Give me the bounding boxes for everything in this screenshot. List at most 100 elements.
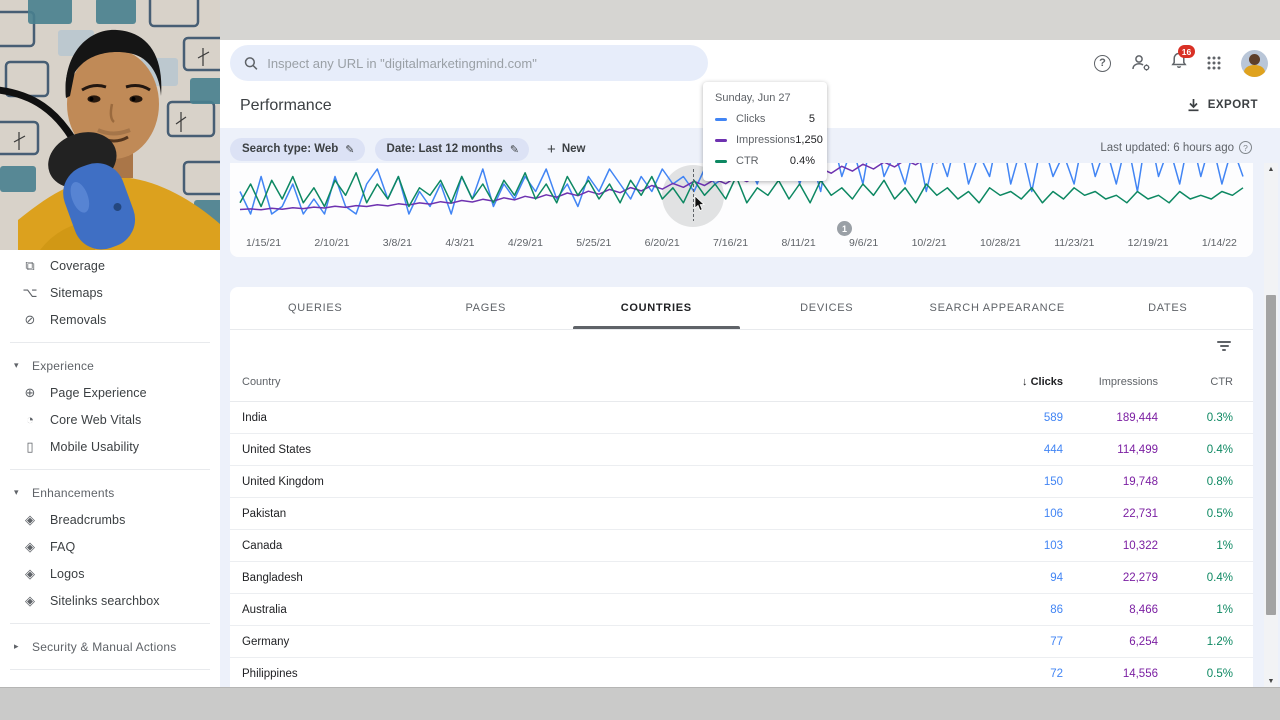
tooltip-row: CTR0.4% [715, 155, 815, 167]
table-row[interactable]: United States444114,4990.4% [230, 434, 1253, 466]
account-avatar[interactable] [1241, 50, 1268, 77]
export-button[interactable]: EXPORT [1187, 98, 1258, 112]
ctr-cell: 1.2% [1158, 636, 1233, 648]
impressions-cell: 8,466 [1063, 604, 1158, 616]
new-filter-label: New [562, 143, 586, 155]
last-updated-text: Last updated: 6 hours ago ? [1100, 141, 1252, 154]
page-scrollbar[interactable]: ▲ ▼ [1264, 163, 1278, 687]
ctr-cell: 1% [1158, 604, 1233, 616]
ctr-cell: 0.5% [1158, 508, 1233, 520]
last-updated-label: Last updated: 6 hours ago [1100, 142, 1234, 154]
impressions-cell: 189,444 [1063, 412, 1158, 424]
impressions-cell: 22,731 [1063, 508, 1158, 520]
topbar-icons: ? 16 [1094, 40, 1268, 86]
avatar-head [1249, 54, 1260, 65]
table-filter-row [230, 330, 1253, 362]
tooltip-metric-label: Clicks [736, 113, 809, 125]
sidebar-item-label: Experience [32, 359, 94, 373]
mouse-cursor [694, 196, 706, 212]
date-range-chip-label: Date: Last 12 months [387, 143, 503, 155]
notifications-button[interactable]: 16 [1171, 52, 1187, 74]
sidebar-item-removals[interactable]: ⊘Removals [0, 306, 220, 333]
sidebar-item-faq[interactable]: ◈ FAQ [0, 533, 220, 560]
sidebar-item-coverage[interactable]: ⧉Coverage [0, 252, 220, 279]
clicks-header-label: Clicks [1031, 376, 1063, 388]
question-circle-icon[interactable]: ? [1239, 141, 1252, 154]
sidebar-item-label: Page Experience [50, 386, 147, 400]
user-settings-icon[interactable] [1131, 54, 1151, 72]
sidebar-item-page-experience[interactable]: ⊕Page Experience [0, 379, 220, 406]
sidebar-divider [10, 342, 210, 343]
column-header-impressions[interactable]: Impressions [1063, 376, 1158, 388]
impressions-cell: 10,322 [1063, 540, 1158, 552]
country-cell: India [242, 412, 973, 424]
scroll-up-icon[interactable]: ▲ [1264, 163, 1278, 175]
sidebar-section-experience[interactable]: ▾Experience [0, 352, 220, 379]
table-row[interactable]: India589189,4440.3% [230, 402, 1253, 434]
scroll-down-icon[interactable]: ▼ [1264, 675, 1278, 687]
sidebar-section-security-manual-actions[interactable]: ▸Security & Manual Actions [0, 633, 220, 660]
country-cell: Canada [242, 540, 973, 552]
x-axis-tick: 1/14/22 [1202, 237, 1237, 249]
plus-icon: + [547, 141, 556, 158]
search-icon [244, 56, 258, 71]
pencil-icon: ✎ [345, 143, 354, 156]
search-type-chip[interactable]: Search type: Web ✎ [230, 138, 365, 161]
sidebar-item-label: Removals [50, 313, 106, 327]
table-row[interactable]: Canada10310,3221% [230, 530, 1253, 562]
table-row[interactable]: Germany776,2541.2% [230, 626, 1253, 658]
sidebar-item-mobile-usability[interactable]: ▯Mobile Usability [0, 433, 220, 460]
sidebar-item-core-web-vitals[interactable]: ◔Core Web Vitals [0, 406, 220, 433]
sidebar-item-label: Security & Manual Actions [32, 640, 176, 654]
mobile-usability-icon: ▯ [22, 439, 38, 455]
sidebar-section-legacy-tools[interactable]: ▸Legacy tools and reports [0, 679, 220, 687]
sidebar-item-label: Coverage [50, 259, 105, 273]
table-row[interactable]: Pakistan10622,7310.5% [230, 498, 1253, 530]
table-row[interactable]: United Kingdom15019,7480.8% [230, 466, 1253, 498]
new-filter-button[interactable]: + New [547, 141, 585, 158]
table-row[interactable]: Bangladesh9422,2790.4% [230, 562, 1253, 594]
tab-countries[interactable]: COUNTRIES [571, 287, 742, 329]
table-header-row: Country ↓ Clicks Impressions CTR [230, 362, 1253, 402]
bottom-taskbar [0, 687, 1280, 720]
enhancement-icon: ◈ [22, 539, 38, 555]
url-inspect-search[interactable] [230, 45, 708, 81]
sidebar-item-sitelinks-searchbox[interactable]: ◈Sitelinks searchbox [0, 587, 220, 614]
tab-search-appearance[interactable]: SEARCH APPEARANCE [912, 287, 1083, 329]
tab-devices[interactable]: DEVICES [742, 287, 913, 329]
tab-dates[interactable]: DATES [1083, 287, 1254, 329]
dimensions-card: QUERIESPAGESCOUNTRIESDEVICESSEARCH APPEA… [230, 287, 1253, 690]
tab-pages[interactable]: PAGES [401, 287, 572, 329]
column-header-ctr[interactable]: CTR [1158, 376, 1233, 388]
tab-queries[interactable]: QUERIES [230, 287, 401, 329]
tooltip-metric-label: Impressions [736, 134, 795, 146]
search-input[interactable] [267, 56, 694, 71]
tooltip-row: Impressions1,250 [715, 134, 815, 146]
scrollbar-thumb[interactable] [1266, 295, 1276, 615]
sidebar-item-label: Logos [50, 567, 85, 581]
chart-hover-line [693, 169, 694, 221]
table-row[interactable]: Philippines7214,5560.5% [230, 658, 1253, 690]
sitemaps-icon: ⌥ [22, 285, 38, 301]
chart-annotation-badge[interactable]: 1 [837, 221, 852, 236]
impressions-cell: 22,279 [1063, 572, 1158, 584]
apps-grid-icon[interactable] [1207, 56, 1221, 70]
column-header-country[interactable]: Country [242, 376, 973, 388]
sidebar-item-sitemaps[interactable]: ⌥Sitemaps [0, 279, 220, 306]
legend-dash-icon [715, 139, 727, 142]
sidebar-item-label: FAQ [50, 540, 75, 554]
sidebar-item-logos[interactable]: ◈Logos [0, 560, 220, 587]
sidebar-section-enhancements[interactable]: ▾Enhancements [0, 479, 220, 506]
filter-icon[interactable] [1217, 341, 1231, 351]
x-axis-tick: 8/11/21 [781, 237, 815, 249]
date-range-chip[interactable]: Date: Last 12 months ✎ [375, 138, 530, 161]
sidebar-item-breadcrumbs[interactable]: ◈Breadcrumbs [0, 506, 220, 533]
column-header-clicks[interactable]: ↓ Clicks [973, 376, 1063, 388]
help-icon[interactable]: ? [1094, 55, 1111, 72]
avatar-body [1244, 65, 1265, 77]
ctr-cell: 0.3% [1158, 412, 1233, 424]
table-row[interactable]: Australia868,4661% [230, 594, 1253, 626]
x-axis-tick: 1/15/21 [246, 237, 281, 249]
clicks-cell: 103 [973, 540, 1063, 552]
legend-dash-icon [715, 160, 727, 163]
